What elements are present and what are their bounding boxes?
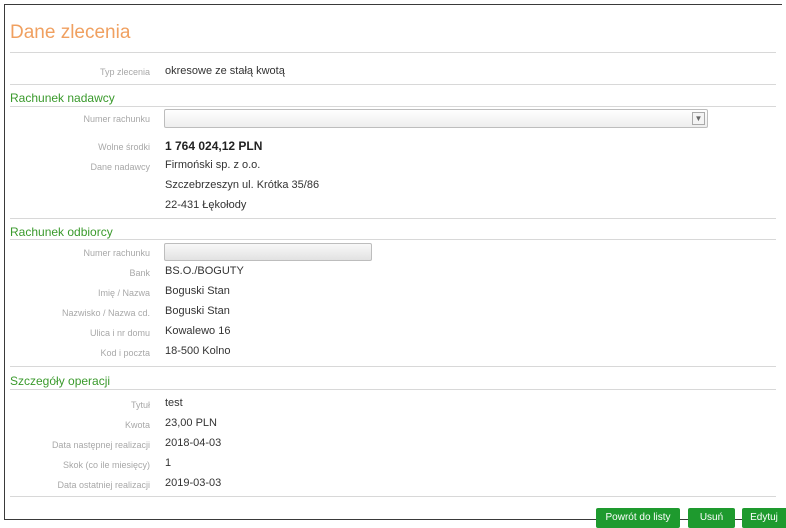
title-label: Tytuł — [130, 400, 150, 410]
amount-label: Kwota — [124, 420, 150, 430]
order-type-value: okresowe ze stałą kwotą — [165, 65, 285, 77]
funds-label: Wolne środki — [98, 142, 150, 152]
street-value: Kowalewo 16 — [165, 325, 231, 337]
divider — [10, 52, 776, 53]
step-value: 1 — [165, 457, 172, 469]
divider — [10, 239, 776, 240]
bank-value: BS.O./BOGUTY — [165, 265, 244, 277]
name-label: Imię / Nazwa — [97, 288, 150, 298]
details-section-title: Szczegóły operacji — [10, 374, 111, 388]
divider — [10, 84, 776, 85]
surname-value: Boguski Stan — [165, 305, 230, 317]
amount-value: 23,00 PLN — [165, 417, 217, 429]
divider — [10, 106, 776, 107]
sender-section-title: Rachunek nadawcy — [10, 91, 115, 105]
last-date-label: Data ostatniej realizacji — [57, 480, 150, 490]
divider — [10, 366, 776, 367]
sender-account-label: Numer rachunku — [83, 114, 150, 124]
recipient-account-field[interactable] — [164, 243, 372, 261]
recipient-section-title: Rachunek odbiorcy — [10, 225, 113, 239]
divider — [10, 218, 776, 219]
surname-label: Nazwisko / Nazwa cd. — [61, 308, 150, 318]
funds-value: 1 764 024,12 PLN — [165, 139, 263, 153]
street-label: Ulica i nr domu — [89, 328, 150, 338]
step-label: Skok (co ile miesięcy) — [62, 460, 150, 470]
next-date-value: 2018-04-03 — [165, 437, 222, 449]
divider — [10, 496, 776, 497]
postal-label: Kod i poczta — [100, 348, 150, 358]
divider — [10, 389, 776, 390]
sender-street: Szczebrzeszyn ul. Krótka 35/86 — [165, 179, 320, 191]
chevron-down-icon[interactable]: ▼ — [692, 112, 705, 125]
next-date-label: Data następnej realizacji — [51, 440, 150, 450]
postal-value: 18-500 Kolno — [165, 345, 231, 357]
last-date-value: 2019-03-03 — [165, 477, 222, 489]
title-value: test — [165, 397, 183, 409]
delete-button[interactable]: Usuń — [688, 508, 735, 528]
sender-name: Firmoński sp. z o.o. — [165, 159, 261, 171]
recipient-account-label: Numer rachunku — [83, 248, 150, 258]
sender-account-select[interactable]: ▼ — [164, 109, 708, 128]
name-value: Boguski Stan — [165, 285, 230, 297]
order-type-label: Typ zlecenia — [99, 67, 150, 77]
page-title: Dane zlecenia — [10, 22, 131, 43]
edit-button[interactable]: Edytuj — [742, 508, 786, 528]
bank-label: Bank — [129, 268, 150, 278]
sender-city: 22-431 Łękołody — [165, 199, 247, 211]
sender-data-label: Dane nadawcy — [90, 162, 150, 172]
back-to-list-button[interactable]: Powrót do listy — [596, 508, 680, 528]
